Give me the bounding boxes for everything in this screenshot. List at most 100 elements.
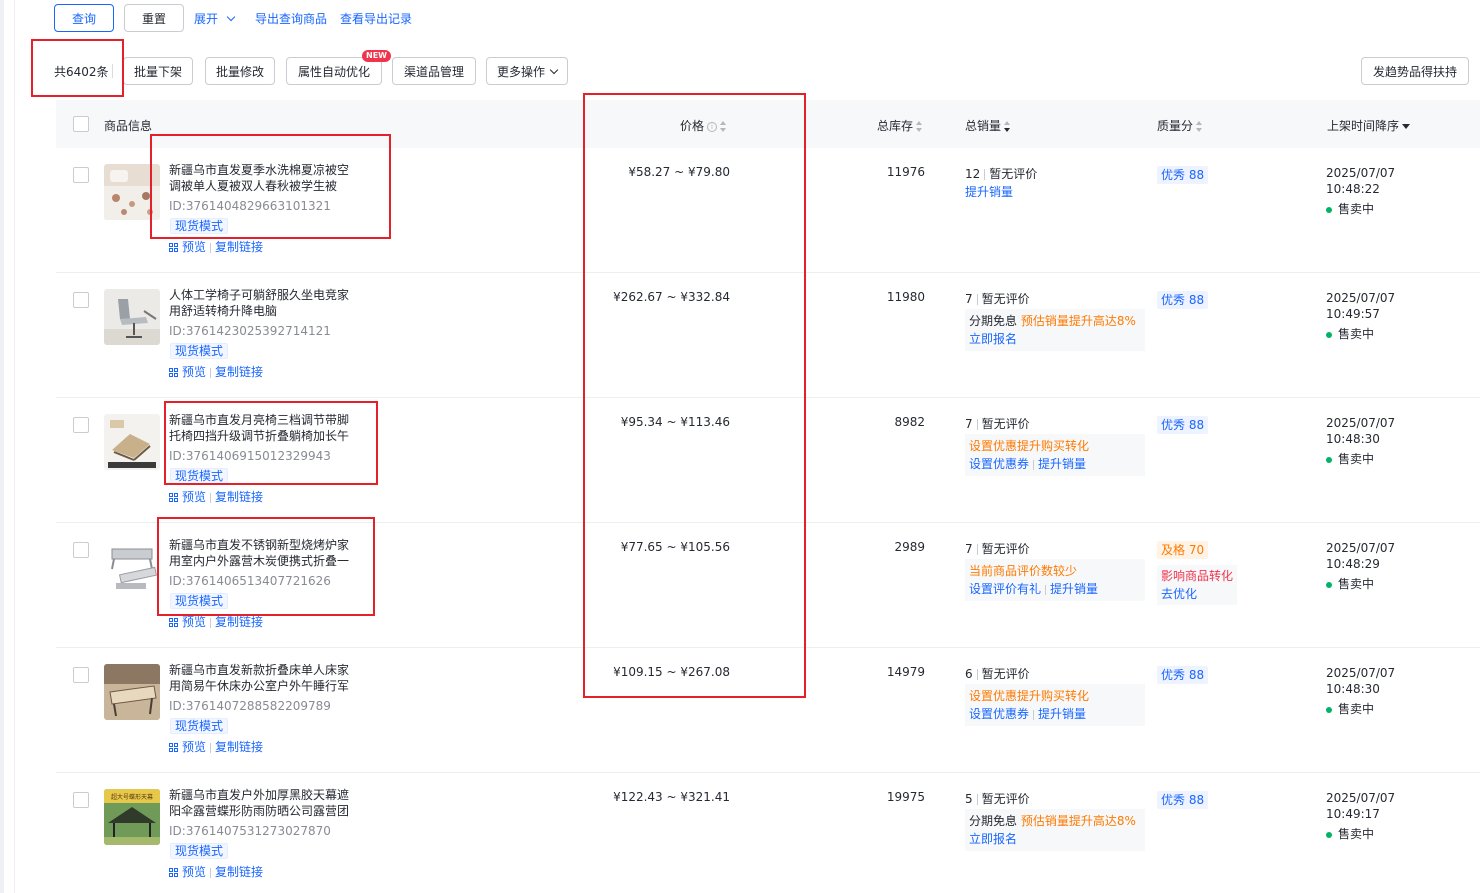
reset-button[interactable]: 重置 (124, 4, 184, 32)
more-actions-label: 更多操作 (496, 64, 545, 79)
sales-count: 12 (965, 167, 981, 181)
more-actions-button[interactable]: 更多操作 (486, 57, 568, 85)
row-checkbox[interactable] (73, 542, 89, 558)
product-title[interactable]: 新疆乌市直发夏季水洗棉夏凉被空调被单人夏被双人春秋被学生被 (169, 162, 359, 194)
sort-icon[interactable] (720, 120, 727, 133)
product-id: ID:3761406513407721626 (169, 574, 331, 588)
expand-filters-link[interactable]: 展开 (194, 10, 236, 27)
preview-link[interactable]: 预览 (182, 365, 206, 379)
boost-sales-link[interactable]: 提升销量 (965, 183, 1013, 200)
product-thumbnail[interactable] (104, 539, 160, 595)
sort-icon[interactable] (1004, 120, 1011, 133)
copy-link[interactable]: 复制链接 (215, 490, 263, 504)
stock-value: 2989 (894, 540, 925, 554)
product-title[interactable]: 人体工学椅子可躺舒服久坐电竞家用舒适转椅升降电脑 (169, 287, 359, 319)
table-row: 新疆乌市直发不锈钢新型烧烤炉家用室内户外露营木炭便携式折叠一 ID:376140… (56, 523, 1480, 648)
coupon-link[interactable]: 设置优惠券 (969, 707, 1029, 721)
expand-label: 展开 (194, 12, 219, 26)
col-listed-time[interactable]: 上架时间降序 (1327, 117, 1411, 134)
copy-link[interactable]: 复制链接 (215, 740, 263, 754)
boost-sales-link[interactable]: 提升销量 (1038, 707, 1086, 721)
total-count: 共6402条 (54, 65, 109, 79)
preview-link[interactable]: 预览 (182, 615, 206, 629)
copy-link[interactable]: 复制链接 (215, 240, 263, 254)
listed-clock: 10:49:17 (1326, 807, 1380, 821)
signup-link[interactable]: 立即报名 (969, 330, 1141, 348)
action-divider (210, 367, 212, 378)
row-actions: 预览 复制链接 (169, 363, 263, 380)
row-checkbox[interactable] (73, 667, 89, 683)
boost-sales-link[interactable]: 提升销量 (1038, 457, 1086, 471)
product-title[interactable]: 新疆乌市直发月亮椅三档调节带脚托椅四挡升级调节折叠躺椅加长午 (169, 412, 359, 444)
batch-edit-button[interactable]: 批量修改 (205, 57, 275, 85)
query-button[interactable]: 查询 (54, 4, 114, 32)
rating-text: 暂无评价 (981, 667, 1030, 681)
sort-icon[interactable] (916, 120, 923, 133)
trend-support-button[interactable]: 发趋势品得扶持 (1361, 57, 1469, 85)
sales-summary: 7 暂无评价 (965, 540, 1030, 557)
preview-link[interactable]: 预览 (182, 865, 206, 879)
sales-summary: 6 暂无评价 (965, 665, 1030, 682)
status-text: 售卖中 (1338, 452, 1375, 466)
sort-desc-icon (1402, 124, 1411, 129)
action-divider (210, 617, 212, 628)
col-sales[interactable]: 总销量 (965, 117, 1011, 134)
batch-delist-button[interactable]: 批量下架 (123, 57, 193, 85)
signup-link[interactable]: 立即报名 (969, 830, 1141, 848)
action-divider (210, 867, 212, 878)
sort-icon[interactable] (1196, 120, 1203, 133)
product-title[interactable]: 新疆乌市直发户外加厚黑胶天幕遮阳伞露营蝶形防雨防晒公司露营团 (169, 787, 359, 819)
row-checkbox[interactable] (73, 167, 89, 183)
status-dot (1326, 456, 1332, 463)
sales-count: 7 (965, 542, 973, 556)
product-thumbnail[interactable] (104, 164, 160, 220)
product-id: ID:3761423025392714121 (169, 324, 331, 338)
preview-link[interactable]: 预览 (182, 740, 206, 754)
preview-link[interactable]: 预览 (182, 240, 206, 254)
col-quality[interactable]: 质量分 (1157, 117, 1203, 134)
channel-manage-button[interactable]: 渠道品管理 (392, 57, 476, 85)
coupon-link[interactable]: 设置优惠券 (969, 457, 1029, 471)
listed-time: 2025/07/07 10:49:17 (1326, 790, 1395, 822)
pipe-divider (976, 794, 978, 805)
copy-link[interactable]: 复制链接 (215, 865, 263, 879)
listed-clock: 10:48:29 (1326, 557, 1380, 571)
info-icon[interactable]: i (707, 121, 718, 132)
copy-link[interactable]: 复制链接 (215, 365, 263, 379)
product-thumbnail[interactable]: 超大号蝶形天幕 (104, 789, 160, 845)
col-stock[interactable]: 总库存 (877, 117, 923, 134)
boost-sales-link[interactable]: 提升销量 (1050, 582, 1098, 596)
row-checkbox[interactable] (73, 417, 89, 433)
qrcode-icon (169, 367, 179, 378)
product-thumbnail[interactable] (104, 289, 160, 345)
select-all-checkbox[interactable] (73, 116, 89, 132)
col-price[interactable]: 价格 i (680, 117, 727, 134)
quality-badge: 优秀 88 (1157, 791, 1209, 809)
row-checkbox[interactable] (73, 292, 89, 308)
listed-time: 2025/07/07 10:48:29 (1326, 540, 1395, 572)
product-title[interactable]: 新疆乌市直发不锈钢新型烧烤炉家用室内户外露营木炭便携式折叠一 (169, 537, 359, 569)
product-thumbnail[interactable] (104, 664, 160, 720)
product-id: ID:3761407288582209789 (169, 699, 331, 713)
quality-badge: 优秀 88 (1157, 416, 1209, 434)
copy-link[interactable]: 复制链接 (215, 615, 263, 629)
table-row: 新疆乌市直发新款折叠床单人床家用简易午休床办公室户外午睡行军 ID:376140… (56, 648, 1480, 773)
preview-link[interactable]: 预览 (182, 490, 206, 504)
pipe-divider (976, 669, 978, 680)
export-records-link[interactable]: 查看导出记录 (340, 10, 412, 27)
new-badge: NEW (362, 50, 391, 62)
status-badge: 售卖中 (1326, 575, 1374, 592)
product-title[interactable]: 新疆乌市直发新款折叠床单人床家用简易午休床办公室户外午睡行军 (169, 662, 359, 694)
row-checkbox[interactable] (73, 792, 89, 808)
review-gift-link[interactable]: 设置评价有礼 (969, 582, 1041, 596)
product-thumbnail[interactable] (104, 414, 160, 470)
row-actions: 预览 复制链接 (169, 738, 263, 755)
col-sales-label: 总销量 (965, 119, 1002, 133)
col-product: 商品信息 (104, 119, 153, 133)
stock-mode-tag: 现货模式 (170, 218, 229, 234)
promo-line: 分期免息 预估销量提升高达8% (969, 312, 1141, 330)
sales-summary: 7 暂无评价 (965, 290, 1030, 307)
table-row: 人体工学椅子可躺舒服久坐电竞家用舒适转椅升降电脑 ID:376142302539… (56, 273, 1480, 398)
export-query-link[interactable]: 导出查询商品 (255, 10, 327, 27)
optimize-link[interactable]: 去优化 (1161, 585, 1233, 603)
